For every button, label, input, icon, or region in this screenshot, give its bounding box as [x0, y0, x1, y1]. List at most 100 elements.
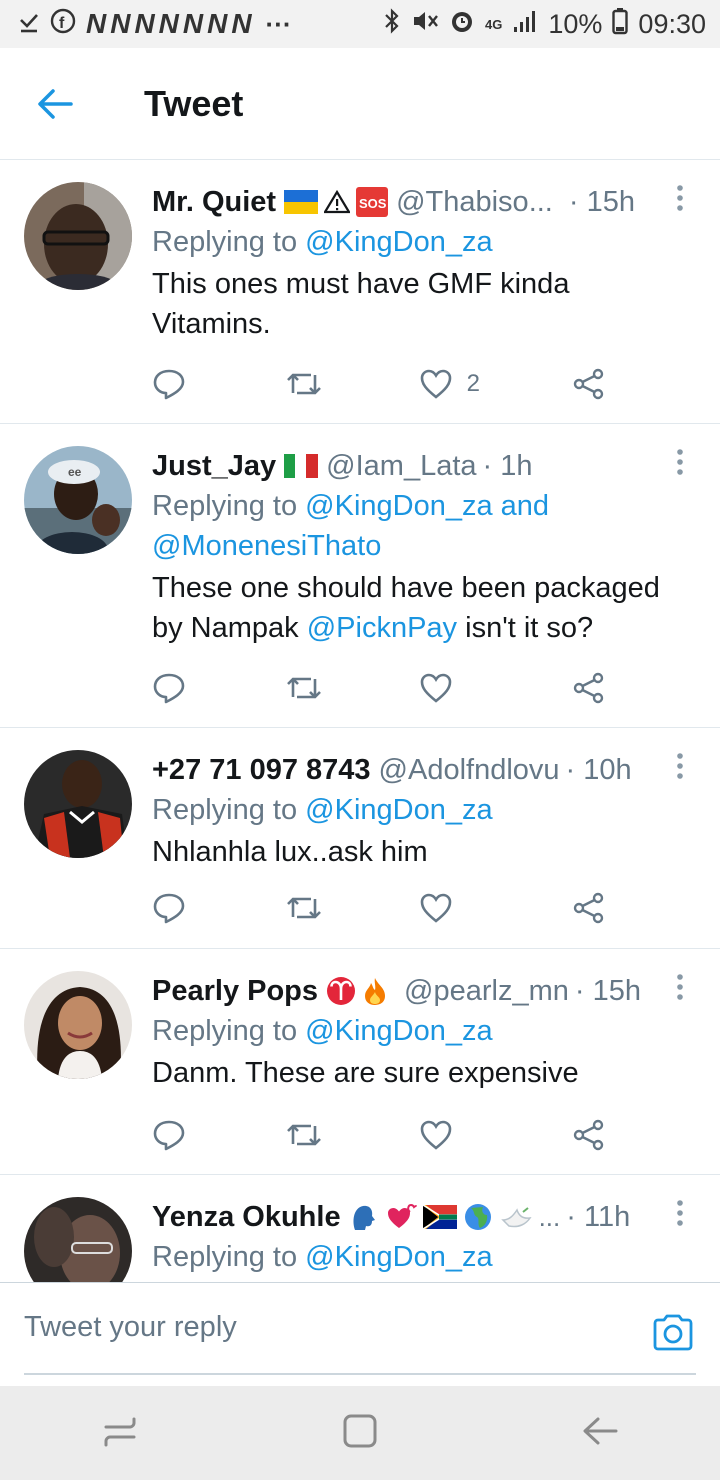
reply-button[interactable]: [152, 891, 202, 925]
heart-icon: [420, 673, 451, 703]
share-button[interactable]: [572, 671, 622, 705]
replying-prefix: Replying to: [152, 1015, 306, 1047]
retweet-button[interactable]: [285, 671, 335, 705]
author-emoji: SOS: [284, 187, 389, 217]
share-button[interactable]: [572, 367, 622, 401]
tweet-text-fragment: by Nampak: [152, 612, 307, 644]
mute-icon: [411, 8, 439, 41]
like-button[interactable]: 2: [419, 368, 489, 400]
clock: 09:30: [638, 8, 706, 39]
tweet-text-line: Danm. These are sure expensive: [152, 1057, 579, 1089]
replying-to: Replying to @KingDon_za: [152, 790, 676, 830]
home-button[interactable]: [340, 1411, 380, 1456]
replying-prefix: Replying to: [152, 226, 306, 258]
more-options-button[interactable]: [668, 184, 692, 214]
status-bar-right: 4G 10% 09:30: [383, 7, 706, 42]
author-handle: @pearlz_mn: [404, 974, 569, 1007]
reply-input[interactable]: Tweet your reply: [24, 1311, 237, 1344]
reply-button[interactable]: [152, 671, 202, 705]
reply-header: Pearly Pops @pearlz_mn · 15h: [152, 973, 676, 1009]
more-options-button[interactable]: [668, 752, 692, 782]
notification-icons: NNNNNNN: [86, 8, 256, 39]
more-options-button[interactable]: [668, 448, 692, 478]
svg-text:SOS: SOS: [359, 196, 387, 211]
mention-link[interactable]: @KingDon_za: [305, 1241, 492, 1273]
tweet-text-line: This ones must have GMF kinda: [152, 268, 570, 300]
timestamp: · 15h: [568, 185, 635, 218]
ukraine-flag-icon: [284, 190, 319, 214]
mention-link[interactable]: @PicknPay: [307, 612, 457, 644]
battery-icon: [612, 7, 629, 42]
reply-item[interactable]: ee Just_Jay @Iam_Lata · 1h Replying to @…: [0, 424, 720, 728]
avatar[interactable]: [24, 1197, 132, 1282]
author-name[interactable]: Yenza Okuhle: [152, 1201, 341, 1234]
author-name[interactable]: +27 71 097 8743: [152, 754, 371, 787]
mention-link[interactable]: @MonenesiThato: [152, 530, 381, 562]
share-icon: [573, 892, 604, 924]
reply-item[interactable]: Pearly Pops @pearlz_mn · 15h Replying to…: [0, 949, 720, 1175]
avatar[interactable]: ee: [24, 446, 132, 554]
tweet-text-line: Nhlanhla lux..ask him: [152, 836, 428, 868]
replying-prefix: Replying to: [152, 1241, 306, 1273]
back-nav-button[interactable]: [580, 1411, 620, 1456]
author-name[interactable]: Mr. Quiet: [152, 186, 276, 219]
replying-to: Replying to @KingDon_za: [152, 1237, 676, 1277]
tweet-text-line: Vitamins.: [152, 308, 271, 340]
tweet-text: Danm. These are sure expensive: [152, 1053, 676, 1093]
system-nav-bar: [0, 1386, 720, 1480]
like-count: 2: [466, 370, 481, 397]
svg-text:f: f: [59, 15, 65, 32]
share-button[interactable]: [572, 1118, 622, 1152]
tweet-actions: [152, 668, 622, 708]
tweet-text: These one should have been packaged by N…: [152, 568, 676, 648]
reply-item[interactable]: Mr. Quiet SOS @Thabiso... · 15h Replying…: [0, 160, 720, 424]
reply-body: Pearly Pops @pearlz_mn · 15h Replying to…: [152, 973, 676, 1093]
reply-list[interactable]: Mr. Quiet SOS @Thabiso... · 15h Replying…: [0, 160, 720, 1282]
back-button[interactable]: [0, 48, 110, 160]
reply-body: Yenza Okuhle ... · 11h Replying to @King…: [152, 1199, 676, 1277]
reply-item[interactable]: +27 71 097 8743 @Adolfndlovu · 10h Reply…: [0, 728, 720, 949]
reply-button[interactable]: [152, 1118, 202, 1152]
share-button[interactable]: [572, 891, 622, 925]
home-icon: [343, 1414, 377, 1447]
recents-button[interactable]: [100, 1411, 140, 1456]
tweet-text-line: by Nampak @PicknPay isn't it so?: [152, 608, 676, 648]
reply-button[interactable]: [152, 367, 202, 401]
mention-link[interactable]: @KingDon_za: [305, 794, 492, 826]
retweet-icon: [287, 677, 322, 699]
avatar[interactable]: [24, 971, 132, 1079]
retweet-button[interactable]: [285, 1118, 335, 1152]
like-button[interactable]: [419, 1119, 489, 1151]
emoji-overflow: ...: [538, 1201, 561, 1232]
avatar[interactable]: [24, 182, 132, 290]
timestamp: · 15h: [574, 974, 641, 1007]
camera-button[interactable]: [652, 1313, 694, 1356]
author-name[interactable]: Just_Jay: [152, 450, 276, 483]
reply-body: +27 71 097 8743 @Adolfndlovu · 10h Reply…: [152, 752, 676, 872]
svg-text:ee: ee: [68, 465, 82, 479]
heart-icon: [420, 369, 451, 399]
like-button[interactable]: [419, 672, 489, 704]
author-name[interactable]: Pearly Pops: [152, 975, 318, 1008]
timestamp: · 11h: [566, 1200, 631, 1233]
more-options-button[interactable]: [668, 973, 692, 1003]
more-vertical-icon: [677, 185, 683, 211]
back-icon: [583, 1417, 618, 1444]
revolving-hearts-icon: [387, 1203, 417, 1228]
more-options-button[interactable]: [668, 1199, 692, 1229]
south-africa-flag-icon: [422, 1205, 457, 1229]
mention-link[interactable]: @KingDon_za: [305, 226, 492, 258]
avatar[interactable]: [24, 750, 132, 858]
author-emoji: [326, 976, 388, 1006]
like-button[interactable]: [419, 892, 489, 924]
author-emoji: [284, 454, 319, 478]
mention-link[interactable]: @KingDon_za: [305, 1015, 492, 1047]
retweet-button[interactable]: [285, 367, 335, 401]
author-handle: @Thabiso...: [396, 185, 553, 218]
alarm-icon: [449, 8, 475, 41]
mention-link[interactable]: @KingDon_za and: [305, 490, 549, 522]
arrow-left-icon: [38, 88, 73, 119]
retweet-button[interactable]: [285, 891, 335, 925]
reply-item[interactable]: Yenza Okuhle ... · 11h Replying to @King…: [0, 1175, 720, 1282]
reply-header: Yenza Okuhle ... · 11h: [152, 1199, 676, 1235]
